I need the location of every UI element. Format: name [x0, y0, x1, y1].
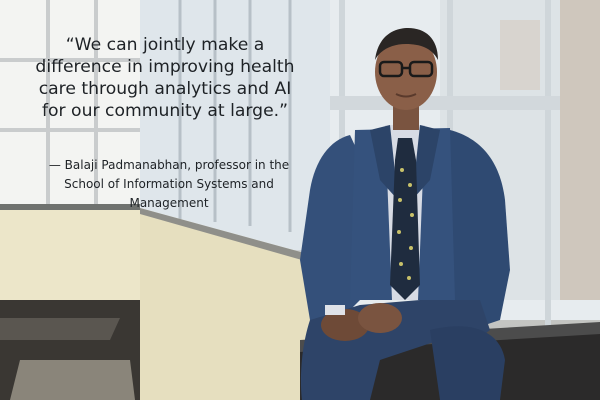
quote-text: “We can jointly make a difference in imp…	[10, 34, 320, 122]
attribution-line: Management	[129, 196, 209, 210]
photo-scene: “We can jointly make a difference in imp…	[0, 0, 600, 400]
quote-line: “We can jointly make a	[65, 35, 265, 55]
quote-line: for our community at large.”	[41, 101, 289, 121]
quote-line: care through analytics and AI	[38, 79, 292, 99]
attribution-line: School of Information Systems and	[64, 177, 274, 191]
quote-line: difference in improving health	[35, 57, 295, 77]
attribution-line: — Balaji Padmanabhan, professor in the	[48, 158, 290, 172]
quote-attribution: — Balaji Padmanabhan, professor in the S…	[24, 156, 314, 213]
